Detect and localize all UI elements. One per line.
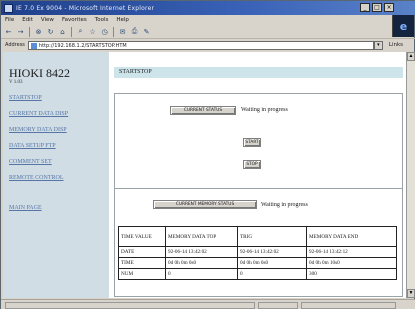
- menu-edit[interactable]: Edit: [22, 17, 33, 23]
- menu-view[interactable]: View: [41, 17, 54, 23]
- stop-button[interactable]: STOP: [243, 160, 261, 169]
- toolbar-divider: [71, 26, 72, 37]
- ie-logo-icon: e: [392, 15, 414, 37]
- table-header-cell: TRIG: [237, 226, 307, 247]
- brand-title: HIOKI 8422: [9, 66, 70, 80]
- table-row: DATE 92-06-14 13:42:02 92-06-14 13:42:02…: [118, 246, 397, 258]
- menu-bar: File Edit View Favorites Tools Help: [1, 15, 381, 25]
- table-cell: 0d 0h 0m 0s0: [165, 257, 238, 269]
- minimize-button[interactable]: _: [360, 3, 370, 12]
- status-segment: [5, 301, 255, 309]
- title-bar: IE 7.0 Ex 9004 - Microsoft Internet Expl…: [1, 1, 415, 15]
- table-header-cell: TIME VALUE: [118, 226, 166, 247]
- edit-icon[interactable]: ✎: [142, 27, 151, 37]
- menu-tools[interactable]: Tools: [95, 17, 109, 23]
- address-input[interactable]: http://192.168.1.2/STARTSTOP.HTM: [27, 40, 374, 50]
- page-content: HIOKI 8422 V 1.03 STARTSTOP CURRENT DATA…: [3, 52, 406, 298]
- table-header-row: TIME VALUE MEMORY DATA TOP TRIG MEMORY D…: [118, 226, 397, 247]
- back-icon[interactable]: ←: [4, 27, 13, 37]
- nav-link-startstop[interactable]: STARTSTOP: [9, 95, 109, 101]
- toolbar-divider: [29, 26, 30, 37]
- table-cell: TIME: [118, 257, 166, 269]
- close-button[interactable]: ×: [384, 3, 394, 12]
- menu-favorites[interactable]: Favorites: [62, 17, 87, 23]
- scroll-up-icon[interactable]: ▲: [407, 52, 415, 61]
- current-status-button[interactable]: CURRENT STATUS: [170, 106, 236, 115]
- address-label: Address: [5, 42, 25, 48]
- table-cell: 0d 0h 0m 10s0: [306, 257, 397, 269]
- ie-app-icon: [4, 3, 13, 13]
- memory-status-button[interactable]: CURRENT MEMORY STATUS: [153, 200, 257, 209]
- menu-file[interactable]: File: [5, 17, 14, 23]
- table-cell: DATE: [118, 246, 166, 258]
- memory-panel: CURRENT MEMORY STATUS Waiting in progres…: [114, 189, 403, 297]
- toolbar: ← → ⊗ ↻ ⌂ ⌕ ☆ ◷ ✉ ⎙ ✎: [1, 25, 394, 38]
- stop-icon[interactable]: ⊗: [34, 27, 43, 37]
- status-bar: [1, 299, 415, 309]
- table-cell: 300: [306, 268, 397, 280]
- table-row: NUM 0 0 300: [118, 268, 397, 280]
- browser-window: IE 7.0 Ex 9004 - Microsoft Internet Expl…: [0, 0, 415, 309]
- table-cell: 92-06-14 13:42:12: [306, 246, 397, 258]
- scroll-down-icon[interactable]: ▼: [407, 289, 415, 298]
- window-title: IE 7.0 Ex 9004 - Microsoft Internet Expl…: [16, 4, 155, 12]
- address-bar: Address http://192.168.1.2/STARTSTOP.HTM…: [1, 38, 415, 51]
- mail-icon[interactable]: ✉: [118, 27, 127, 37]
- table-row: TIME 0d 0h 0m 0s0 0d 0h 0m 0s0 0d 0h 0m …: [118, 257, 397, 269]
- print-icon[interactable]: ⎙: [130, 27, 139, 37]
- nav-link-remote-control[interactable]: REMOTE CONTROL: [9, 175, 109, 181]
- nav-link-main-page[interactable]: MAIN PAGE: [9, 205, 109, 211]
- table-cell: NUM: [118, 268, 166, 280]
- table-header-cell: MEMORY DATA END: [306, 226, 397, 247]
- links-button[interactable]: Links: [389, 42, 403, 48]
- history-icon[interactable]: ◷: [100, 27, 109, 37]
- table-cell: 0: [237, 268, 307, 280]
- forward-icon[interactable]: →: [16, 27, 25, 37]
- status-segment: [258, 301, 298, 309]
- nav-link-data-setup-ftp[interactable]: DATA SETUP FTP: [9, 143, 109, 149]
- vertical-scrollbar[interactable]: ▲ ▼: [406, 52, 415, 298]
- table-cell: 0d 0h 0m 0s0: [237, 257, 307, 269]
- version-label: V 1.03: [9, 80, 23, 85]
- nav-link-current-data-disp[interactable]: CURRENT DATA DISP: [9, 111, 109, 117]
- left-navigation: HIOKI 8422 V 1.03 STARTSTOP CURRENT DATA…: [3, 52, 109, 298]
- table-cell: 92-06-14 13:42:02: [165, 246, 238, 258]
- table-header-cell: MEMORY DATA TOP: [165, 226, 238, 247]
- toolbar-divider: [113, 26, 114, 37]
- maximize-button[interactable]: □: [372, 3, 382, 12]
- home-icon[interactable]: ⌂: [58, 27, 67, 37]
- address-dropdown-icon[interactable]: ▾: [373, 40, 383, 50]
- nav-link-memory-data-disp[interactable]: MEMORY DATA DISP: [9, 127, 109, 133]
- memory-data-table: TIME VALUE MEMORY DATA TOP TRIG MEMORY D…: [118, 226, 397, 280]
- table-cell: 0: [165, 268, 238, 280]
- current-status-text: Waiting in progress: [241, 107, 288, 113]
- table-cell: 92-06-14 13:42:02: [237, 246, 307, 258]
- start-button[interactable]: START: [243, 138, 261, 147]
- refresh-icon[interactable]: ↻: [46, 27, 55, 37]
- nav-link-comment-set[interactable]: COMMENT SET: [9, 159, 109, 165]
- control-panel: CURRENT STATUS Waiting in progress START…: [114, 93, 403, 189]
- favorites-icon[interactable]: ☆: [88, 27, 97, 37]
- search-icon[interactable]: ⌕: [76, 27, 85, 37]
- menu-help[interactable]: Help: [116, 17, 129, 23]
- status-segment: [301, 301, 396, 309]
- memory-status-text: Waiting in progress: [261, 202, 308, 208]
- page-title: STARTSTOP: [114, 67, 403, 78]
- main-area: STARTSTOP CURRENT STATUS Waiting in prog…: [110, 52, 406, 298]
